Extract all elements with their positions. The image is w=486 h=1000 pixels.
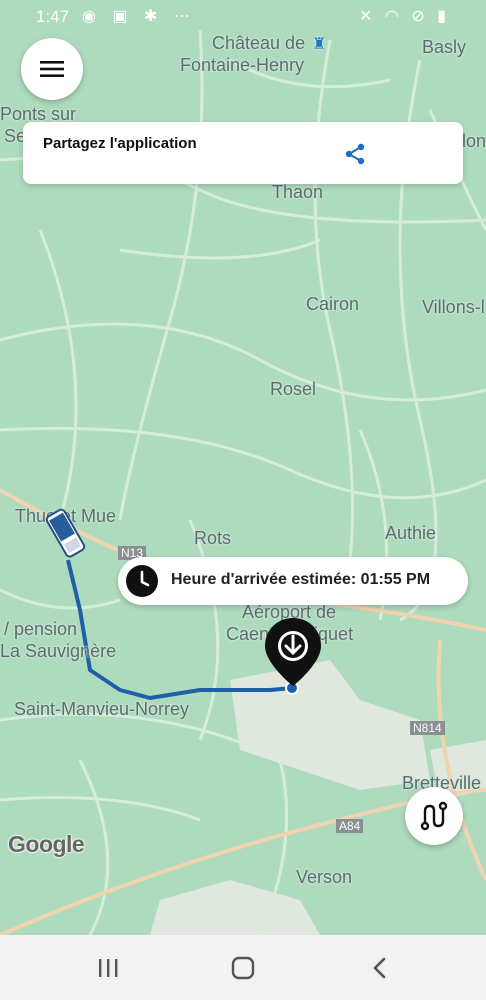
place-label: La Sauvignère [0,641,117,661]
place-label: Verson [296,867,353,887]
road-label-n814: N814 [410,721,445,735]
route-icon [420,801,448,831]
destination-pin-icon[interactable] [263,616,323,688]
recents-icon[interactable] [88,953,128,983]
share-card-title: Partagez l'application [43,135,197,152]
system-nav-bar [0,935,486,1000]
place-label: Authie [385,523,437,543]
status-bar: 1:47 ◉ ▣ ✱ ⋯ ✕ ◠ ⊘ ▮ [0,0,486,34]
eta-text: Heure d'arrivée estimée: 01:55 PM [171,571,431,588]
place-label: Rots [194,528,232,548]
hamburger-icon [40,61,64,77]
menu-button[interactable] [21,38,83,100]
route-button[interactable] [405,787,463,845]
status-system-icons: ✕ ◠ ⊘ ▮ [359,8,450,25]
place-label: Thaon [272,182,324,202]
share-app-card[interactable]: Partagez l'application [23,122,463,184]
back-icon[interactable] [360,953,400,983]
place-label: Rosel [270,379,317,399]
place-label: Château de [212,33,306,53]
eta-banner: Heure d'arrivée estimée: 01:55 PM [118,557,468,605]
clock-icon [126,565,158,597]
place-label: Fontaine-Henry [180,55,305,75]
vehicle-icon[interactable] [44,506,88,562]
google-attribution: Google [8,831,85,857]
share-icon[interactable] [343,142,367,166]
status-time: 1:47 [36,7,70,26]
place-label: / pension [4,619,78,639]
place-label: Basly [422,37,467,57]
place-label: lon [462,131,486,151]
castle-icon: ♜ [312,36,327,53]
place-label: Villons-l [422,297,485,317]
place-label: Cairon [306,294,360,314]
status-notification-icons: ◉ ▣ ✱ ⋯ [82,8,196,25]
road-label-a84: A84 [336,819,364,833]
place-label: Saint-Manvieu-Norrey [14,699,190,719]
home-icon[interactable] [223,953,263,983]
